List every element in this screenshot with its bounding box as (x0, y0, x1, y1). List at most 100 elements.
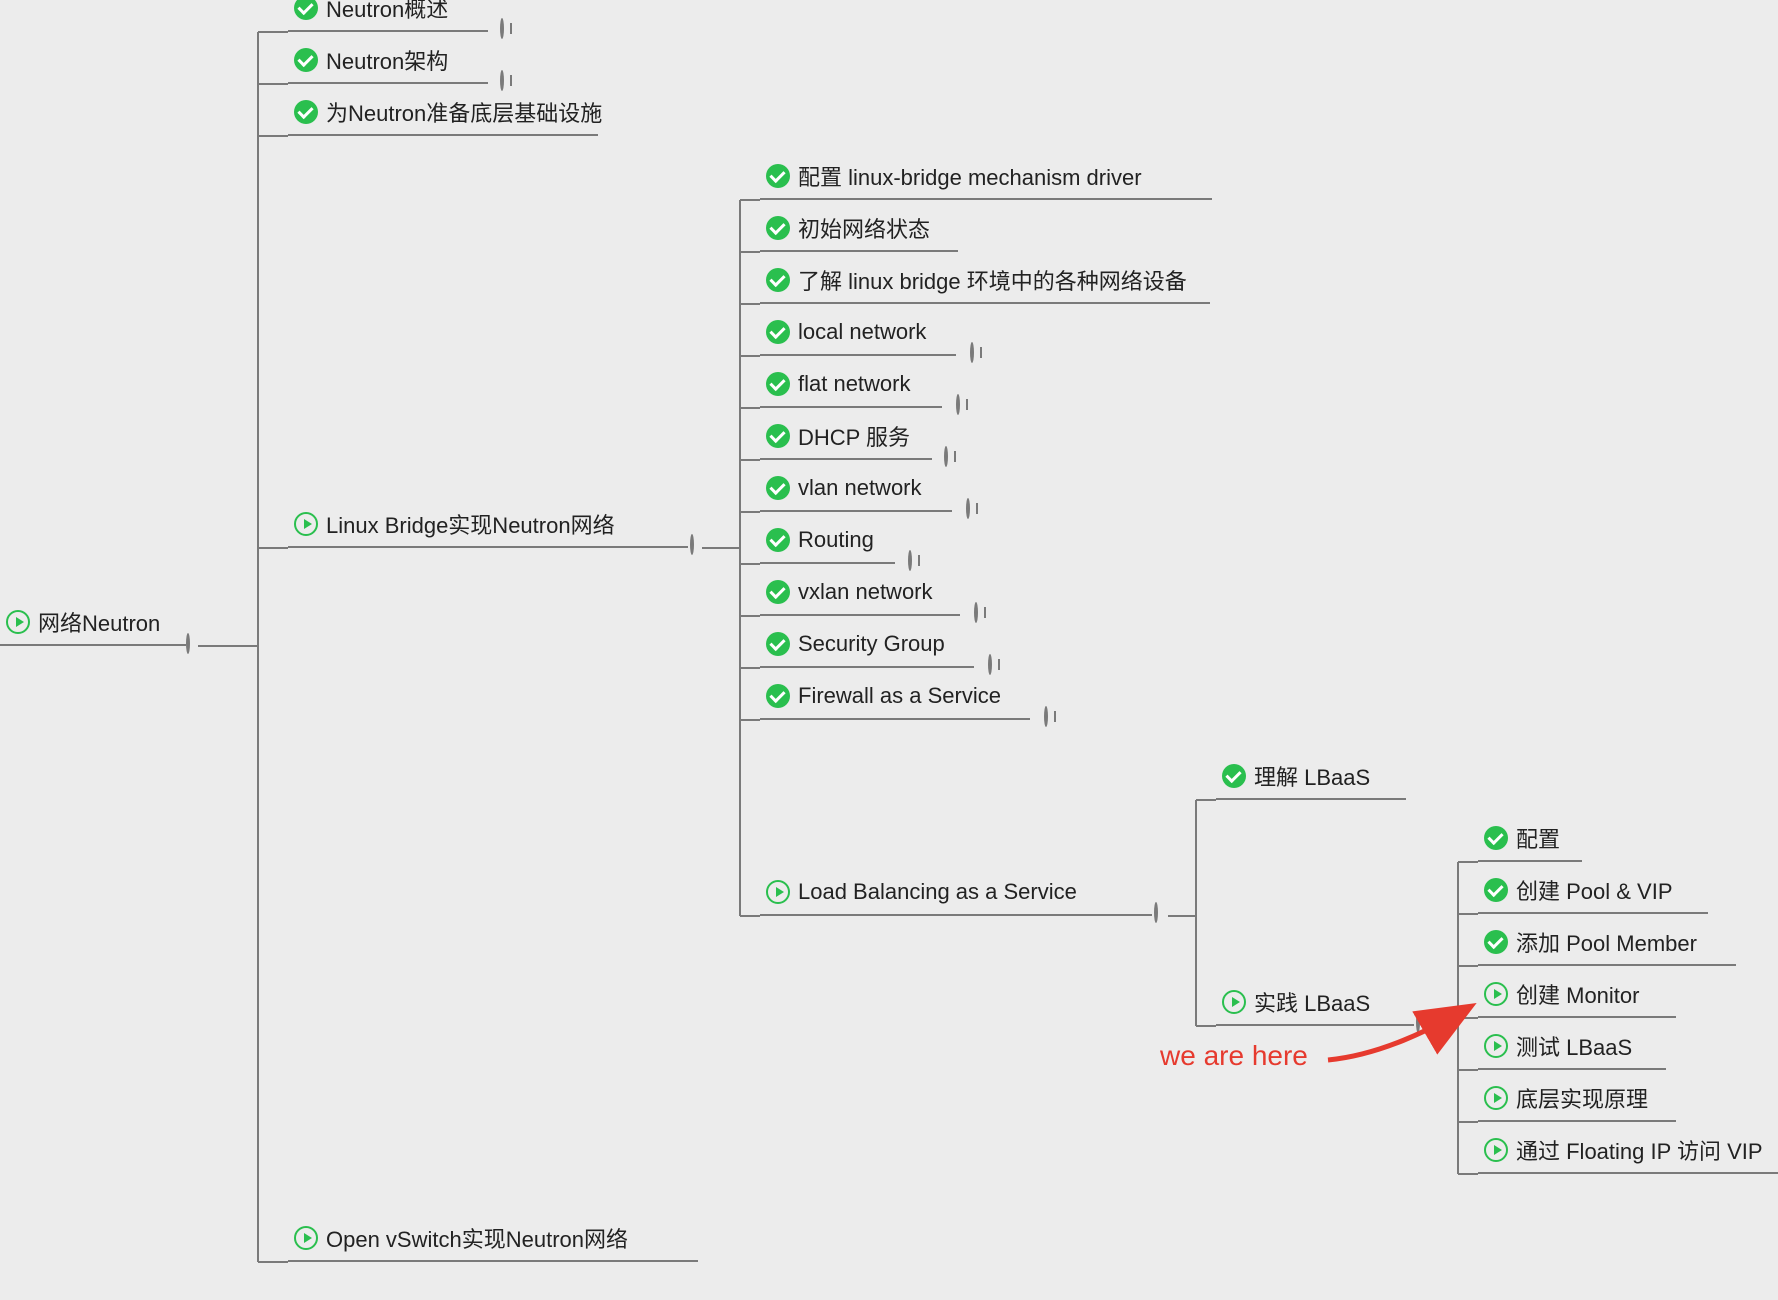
node-lb-routing[interactable]: Routing (760, 518, 895, 564)
node-ovs[interactable]: Open vSwitch实现Neutron网络 (288, 1216, 698, 1262)
node-label: Open vSwitch实现Neutron网络 (326, 1222, 628, 1254)
check-icon (766, 216, 790, 240)
plus-icon[interactable] (974, 602, 978, 623)
check-icon (766, 528, 790, 552)
node-neutron-overview[interactable]: Neutron概述 (288, 0, 488, 32)
node-label: vlan network (798, 475, 922, 501)
expand-toggle (970, 344, 992, 366)
expand-toggle (974, 604, 996, 626)
check-icon (766, 320, 790, 344)
plus-icon[interactable] (1044, 706, 1048, 727)
node-linux-bridge[interactable]: Linux Bridge实现Neutron网络 (288, 502, 688, 548)
node-label: 网络Neutron (38, 606, 160, 638)
node-lb-local[interactable]: local network (760, 310, 956, 356)
check-icon (766, 372, 790, 396)
node-label: 测试 LBaaS (1516, 1030, 1632, 1062)
check-icon (766, 424, 790, 448)
node-label: 通过 Floating IP 访问 VIP (1516, 1134, 1763, 1166)
expand-toggle (956, 396, 978, 418)
minus-icon[interactable] (186, 633, 190, 654)
node-label: 底层实现原理 (1516, 1082, 1648, 1114)
node-label: 了解 linux bridge 环境中的各种网络设备 (798, 264, 1187, 296)
play-icon (1484, 1086, 1508, 1110)
node-practice-monitor[interactable]: 创建 Monitor (1478, 972, 1676, 1018)
play-icon (1484, 982, 1508, 1006)
minus-icon[interactable] (1154, 902, 1158, 923)
node-root[interactable]: 网络Neutron (0, 600, 186, 646)
play-icon (1222, 990, 1246, 1014)
node-lb-cfg[interactable]: 配置 linux-bridge mechanism driver (760, 154, 1212, 200)
plus-icon[interactable] (500, 70, 504, 91)
check-icon (766, 632, 790, 656)
node-lb-sg[interactable]: Security Group (760, 622, 974, 668)
node-label: flat network (798, 371, 911, 397)
node-lbaas-understand[interactable]: 理解 LBaaS (1216, 754, 1406, 800)
node-lb-fwaas[interactable]: Firewall as a Service (760, 674, 1030, 720)
node-lb-init[interactable]: 初始网络状态 (760, 206, 958, 252)
node-label: Neutron架构 (326, 44, 448, 76)
check-icon (294, 48, 318, 72)
mindmap-canvas: 网络Neutron Neutron概述 Neutron架构 为Neutron准备… (0, 0, 1778, 1300)
minus-icon[interactable] (690, 534, 694, 555)
node-neutron-arch[interactable]: Neutron架构 (288, 38, 488, 84)
check-icon (294, 100, 318, 124)
node-practice-cfg[interactable]: 配置 (1478, 816, 1582, 862)
node-practice-impl[interactable]: 底层实现原理 (1478, 1076, 1676, 1122)
check-icon (1222, 764, 1246, 788)
collapse-toggle (690, 536, 712, 558)
node-label: 配置 (1516, 822, 1560, 854)
node-label: Routing (798, 527, 874, 553)
play-icon (6, 610, 30, 634)
node-practice-member[interactable]: 添加 Pool Member (1478, 920, 1736, 966)
check-icon (766, 476, 790, 500)
play-icon (294, 512, 318, 536)
node-lb-devices[interactable]: 了解 linux bridge 环境中的各种网络设备 (760, 258, 1210, 304)
node-practice-test[interactable]: 测试 LBaaS (1478, 1024, 1666, 1070)
check-icon (766, 580, 790, 604)
node-practice-pool[interactable]: 创建 Pool & VIP (1478, 868, 1708, 914)
plus-icon[interactable] (944, 446, 948, 467)
node-label: 配置 linux-bridge mechanism driver (798, 160, 1142, 192)
node-practice-fip[interactable]: 通过 Floating IP 访问 VIP (1478, 1128, 1778, 1174)
play-icon (1484, 1138, 1508, 1162)
node-label: local network (798, 319, 926, 345)
plus-icon[interactable] (908, 550, 912, 571)
play-icon (294, 1226, 318, 1250)
collapse-toggle (186, 635, 208, 657)
check-icon (294, 0, 318, 20)
plus-icon[interactable] (970, 342, 974, 363)
node-label: Security Group (798, 631, 945, 657)
check-icon (766, 684, 790, 708)
plus-icon[interactable] (956, 394, 960, 415)
node-lb-vxlan[interactable]: vxlan network (760, 570, 960, 616)
expand-toggle (1044, 708, 1066, 730)
node-label: DHCP 服务 (798, 420, 910, 452)
check-icon (766, 164, 790, 188)
node-label: Neutron概述 (326, 0, 448, 24)
node-lb-lbaas[interactable]: Load Balancing as a Service (760, 870, 1152, 916)
expand-toggle (500, 20, 522, 42)
node-label: 理解 LBaaS (1254, 760, 1370, 792)
node-label: 为Neutron准备底层基础设施 (326, 96, 602, 128)
collapse-toggle (1154, 904, 1176, 926)
check-icon (1484, 826, 1508, 850)
node-label: vxlan network (798, 579, 933, 605)
annotation-here: we are here (1160, 1040, 1308, 1072)
node-lb-dhcp[interactable]: DHCP 服务 (760, 414, 932, 460)
node-lb-flat[interactable]: flat network (760, 362, 942, 408)
node-label: 初始网络状态 (798, 212, 930, 244)
arrow-icon (1320, 1000, 1480, 1080)
node-label: Linux Bridge实现Neutron网络 (326, 508, 615, 540)
check-icon (1484, 878, 1508, 902)
node-label: 创建 Monitor (1516, 978, 1639, 1010)
node-label: Firewall as a Service (798, 683, 1001, 709)
plus-icon[interactable] (500, 18, 504, 39)
node-lb-vlan[interactable]: vlan network (760, 466, 952, 512)
node-neutron-prep[interactable]: 为Neutron准备底层基础设施 (288, 90, 598, 136)
node-label: Load Balancing as a Service (798, 879, 1077, 905)
plus-icon[interactable] (988, 654, 992, 675)
plus-icon[interactable] (966, 498, 970, 519)
node-label: 创建 Pool & VIP (1516, 874, 1673, 906)
play-icon (1484, 1034, 1508, 1058)
node-label: 添加 Pool Member (1516, 926, 1697, 958)
